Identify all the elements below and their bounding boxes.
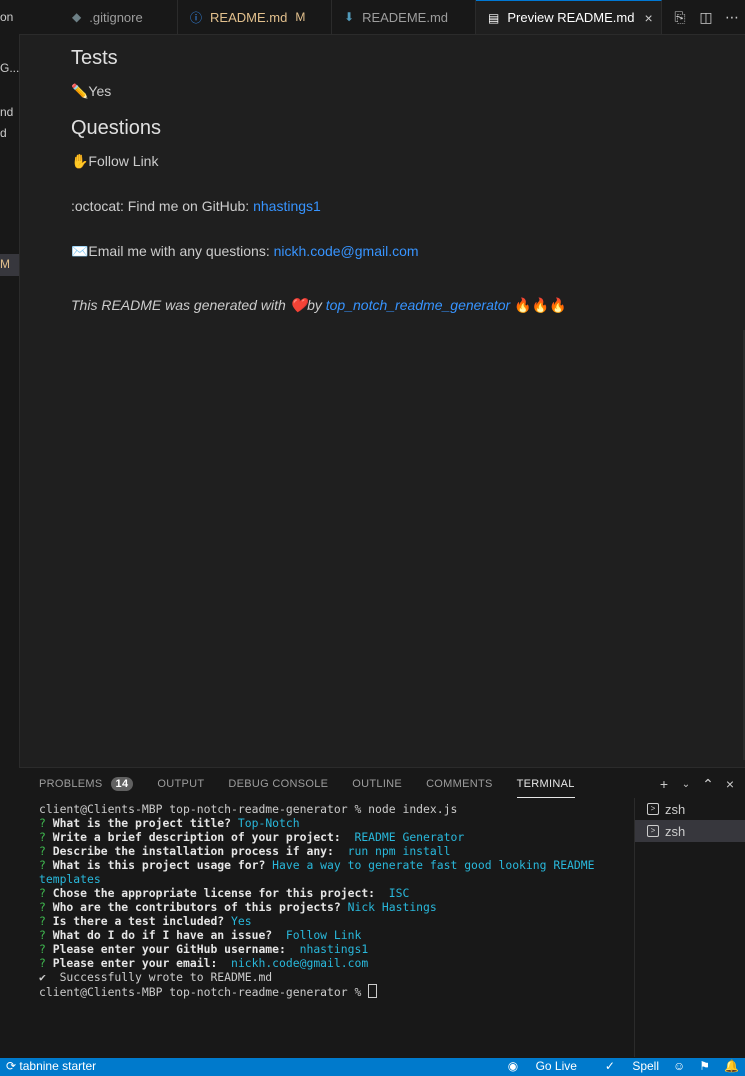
chevron-down-icon[interactable]: ⌄ <box>675 779 697 790</box>
tab-problems[interactable]: PROBLEMS 14 <box>39 768 134 800</box>
explorer-sidebar: on G... nd d M <box>0 0 20 1058</box>
editor-tab-bar: ◆ .gitignore ⓘ README.md M ⬇ READEME.md … <box>19 0 745 35</box>
feedback-icon[interactable]: ⚑ <box>699 1059 710 1073</box>
broadcast-icon: ◉ <box>507 1059 519 1073</box>
terminal-line: ? Please enter your email: nickh.code@gm… <box>39 956 369 970</box>
go-live-label: Go Live <box>535 1059 577 1073</box>
tab-label: PROBLEMS <box>39 778 103 790</box>
terminal-icon: > <box>647 803 659 815</box>
terminal-line: ? Chose the appropriate license for this… <box>39 886 410 900</box>
tab-label: OUTPUT <box>157 778 205 790</box>
tabnine-label: tabnine starter <box>19 1059 97 1073</box>
tabnine-icon: ⟳ <box>6 1059 17 1073</box>
footer-prefix: This README was generated with ❤️by <box>71 297 326 313</box>
tab-debug-console[interactable]: DEBUG CONSOLE <box>228 768 328 800</box>
go-live-button[interactable]: ◉ Go Live <box>494 1059 577 1073</box>
more-actions-icon[interactable]: ⋯ <box>719 9 745 26</box>
close-panel-icon[interactable]: × <box>719 776 741 792</box>
new-terminal-icon[interactable]: + <box>653 776 675 792</box>
tab-preview-readme[interactable]: ▤ Preview README.md × <box>476 0 662 34</box>
status-bar: ⟳ tabnine starter ◉ Go Live ✓ Spell ☺ ⚑ … <box>0 1058 745 1076</box>
generator-link[interactable]: top_notch_readme_generator <box>326 297 510 313</box>
tabnine-status[interactable]: ⟳ tabnine starter <box>6 1059 96 1073</box>
terminal-line: ? Is there a test included? Yes <box>39 914 252 928</box>
panel-actions: + ⌄ ⌃ × <box>653 768 741 800</box>
terminal-line: ? What do I do if I have an issue? Follo… <box>39 928 362 942</box>
info-icon: ⓘ <box>190 10 203 25</box>
tests-value: ✏️Yes <box>71 83 112 99</box>
tab-gitignore[interactable]: ◆ .gitignore <box>60 0 178 34</box>
open-source-icon[interactable]: ⎘ <box>667 9 693 26</box>
tab-label: OUTLINE <box>352 778 403 790</box>
tab-outline[interactable]: OUTLINE <box>352 768 402 800</box>
github-prefix: :octocat: Find me on GitHub: <box>71 198 254 214</box>
terminal-list: > zsh > zsh <box>634 798 745 1057</box>
tab-label: Preview README.md <box>507 10 635 25</box>
panel-tabs: PROBLEMS 14 OUTPUT DEBUG CONSOLE OUTLINE… <box>39 768 599 800</box>
accounts-icon[interactable]: ☺ <box>673 1059 685 1073</box>
notifications-icon[interactable]: 🔔 <box>724 1059 739 1073</box>
fire-emojis: 🔥🔥🔥 <box>510 297 567 313</box>
sidebar-fragment: G... <box>0 61 20 75</box>
terminal-line: ? What is the project title? Top-Notch <box>39 816 300 830</box>
email-prefix: ✉️Email me with any questions: <box>71 243 274 259</box>
email-link[interactable]: nickh.code@gmail.com <box>274 243 419 259</box>
tab-output[interactable]: OUTPUT <box>157 768 204 800</box>
questions-heading: Questions <box>71 117 162 139</box>
sidebar-fragment: d <box>0 126 7 140</box>
terminal-list-item[interactable]: > zsh <box>635 820 745 842</box>
terminal-line: ? Describe the installation process if a… <box>39 844 451 858</box>
maximize-panel-icon[interactable]: ⌃ <box>697 776 719 793</box>
tab-readme[interactable]: ⓘ README.md M <box>178 0 332 34</box>
terminal-line: ? What is this project usage for? Have a… <box>39 858 595 872</box>
sidebar-fragment: on <box>0 10 14 24</box>
github-line: :octocat: Find me on GitHub: nhastings1 <box>71 198 321 214</box>
tab-label: README.md <box>210 9 288 25</box>
tab-label: COMMENTS <box>426 778 493 790</box>
preview-icon: ▤ <box>488 10 500 25</box>
gitignore-icon: ◆ <box>72 10 82 24</box>
terminal-list-item[interactable]: > zsh <box>635 798 745 820</box>
tab-comments[interactable]: COMMENTS <box>426 768 493 800</box>
sidebar-selected-label: M <box>0 257 10 271</box>
tests-heading: Tests <box>71 47 118 69</box>
tab-terminal[interactable]: TERMINAL <box>516 768 575 800</box>
modified-indicator: M <box>295 10 306 24</box>
terminal-line: ? Write a brief description of your proj… <box>39 830 465 844</box>
tab-label: READEME.md <box>362 9 449 25</box>
terminal-icon: > <box>647 825 659 837</box>
terminal-line: client@Clients-MBP top-notch-readme-gene… <box>39 984 629 999</box>
editor-actions: ⎘ ◫ ⋯ <box>667 0 745 34</box>
problems-count-badge: 14 <box>110 777 134 791</box>
tab-label: TERMINAL <box>516 778 575 790</box>
split-editor-icon[interactable]: ◫ <box>693 9 719 26</box>
markdown-icon: ⬇ <box>344 10 355 24</box>
spell-button[interactable]: ✓ Spell <box>591 1059 659 1073</box>
terminal-line: ? Who are the contributors of this proje… <box>39 900 437 914</box>
close-icon[interactable]: × <box>644 10 652 26</box>
sidebar-fragment: nd <box>0 105 14 119</box>
terminal-line: client@Clients-MBP top-notch-readme-gene… <box>39 802 458 816</box>
terminal-line: templates <box>39 872 101 886</box>
github-link[interactable]: nhastings1 <box>253 198 321 214</box>
terminal-name: zsh <box>665 801 686 817</box>
bottom-panel: PROBLEMS 14 OUTPUT DEBUG CONSOLE OUTLINE… <box>19 767 745 1059</box>
email-line: ✉️Email me with any questions: nickh.cod… <box>71 243 419 260</box>
check-icon: ✓ <box>604 1059 615 1073</box>
tab-label: .gitignore <box>89 9 143 25</box>
spell-label: Spell <box>632 1059 660 1073</box>
terminal-output[interactable]: client@Clients-MBP top-notch-readme-gene… <box>39 802 629 999</box>
tab-reademe[interactable]: ⬇ READEME.md <box>332 0 476 34</box>
questions-value: ✋Follow Link <box>71 153 159 169</box>
footer-line: This README was generated with ❤️by top_… <box>71 297 566 314</box>
tab-label: DEBUG CONSOLE <box>228 778 329 790</box>
terminal-name: zsh <box>665 823 686 839</box>
terminal-success-line: ✔ Successfully wrote to README.md <box>39 970 273 984</box>
status-right: ◉ Go Live ✓ Spell ☺ ⚑ 🔔 <box>480 1059 739 1073</box>
terminal-cursor <box>368 984 378 998</box>
terminal-line: ? Please enter your GitHub username: nha… <box>39 942 369 956</box>
sidebar-selected-item[interactable]: M <box>0 254 19 276</box>
